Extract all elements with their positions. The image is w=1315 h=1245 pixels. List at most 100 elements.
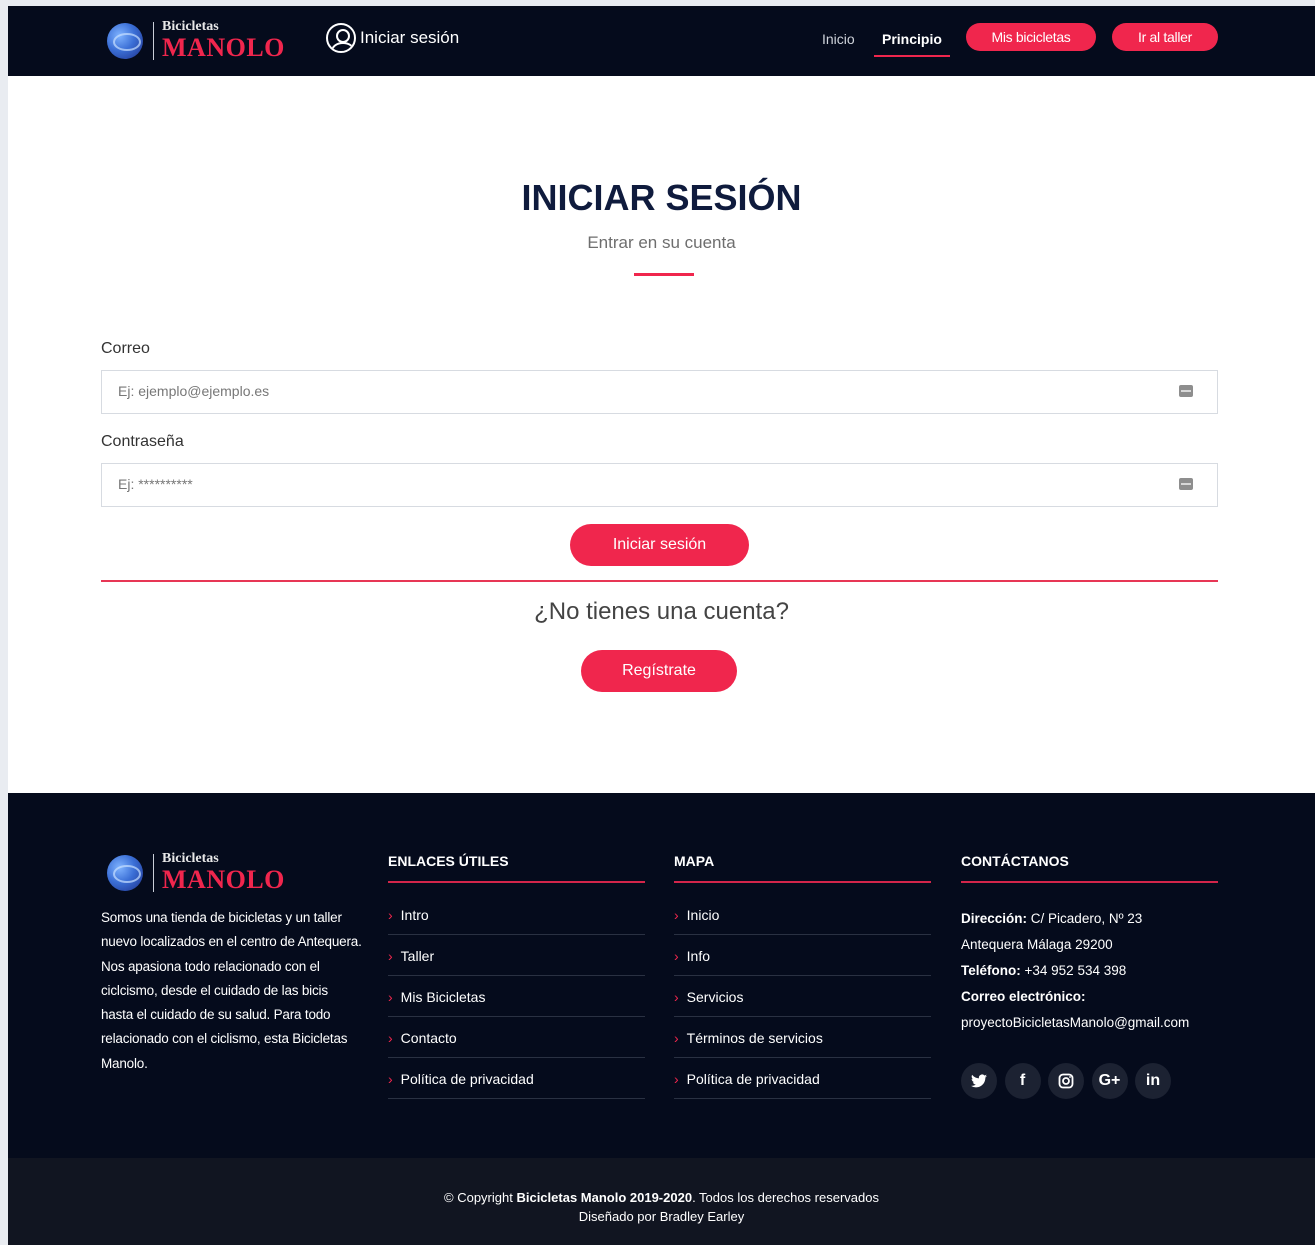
email-label: Correo (101, 340, 150, 357)
useful-links-heading: ENLACES ÚTILES (388, 853, 509, 869)
link-label: Política de privacidad (686, 1070, 820, 1087)
logo-text: Bicicletas MANOLO (162, 20, 285, 61)
globe-logo-icon (107, 854, 143, 891)
password-label: Contraseña (101, 433, 184, 450)
link-label: Inicio (686, 906, 720, 923)
register-button[interactable]: Regístrate (581, 650, 737, 692)
map-link-servicios[interactable]: › Servicios (674, 977, 931, 1017)
footer: Bicicletas MANOLO Somos una tienda de bi… (8, 793, 1315, 1158)
heading-underline (674, 881, 931, 883)
google-plus-glyph: G+ (1098, 1072, 1121, 1089)
autofill-key-icon[interactable] (1179, 478, 1193, 490)
password-field-wrapper (101, 463, 1218, 507)
chevron-right-icon: › (674, 988, 679, 1005)
map-links-list: › Inicio › Info › Servicios › Términos de se… (674, 895, 931, 1100)
footer-link-mis-bicicletas[interactable]: › Mis Bicicletas (388, 977, 645, 1017)
phone-label: Teléfono: (961, 963, 1021, 978)
nav-inicio[interactable]: Inicio (822, 31, 855, 47)
chevron-right-icon: › (388, 988, 393, 1005)
nav-active-underline (874, 55, 950, 57)
address-line2: Antequera Málaga 29200 (961, 937, 1113, 952)
instagram-icon[interactable] (1048, 1063, 1084, 1099)
header-login-label: Iniciar sesión (360, 28, 460, 47)
linkedin-icon[interactable]: in (1135, 1063, 1171, 1099)
map-link-inicio[interactable]: › Inicio (674, 895, 931, 935)
map-link-privacidad[interactable]: › Política de privacidad (674, 1059, 931, 1099)
logo-small-text: Bicicletas (162, 19, 219, 34)
copyright-bar: © Copyright Bicicletas Manolo 2019-2020.… (8, 1158, 1315, 1245)
contact-email[interactable]: proyectoBicicletasManolo@gmail.com (961, 1010, 1189, 1036)
chevron-right-icon: › (388, 1029, 393, 1046)
footer-link-privacidad[interactable]: › Política de privacidad (388, 1059, 645, 1099)
phone-number: +34 952 534 398 (1024, 963, 1127, 978)
social-links: f G+ in (961, 1063, 1179, 1099)
top-navbar: Bicicletas MANOLO Iniciar sesión Inicio … (8, 6, 1315, 76)
logo-big-text: MANOLO (162, 865, 285, 894)
no-account-text: ¿No tienes una cuenta? (534, 598, 789, 625)
footer-logo[interactable]: Bicicletas MANOLO (107, 852, 285, 893)
link-label: Taller (400, 947, 435, 964)
linkedin-glyph: in (1145, 1072, 1161, 1089)
facebook-glyph: f (1019, 1072, 1026, 1089)
contact-address: Dirección: C/ Picadero, Nº 23 (961, 906, 1189, 932)
address-label: Dirección: (961, 911, 1028, 926)
password-input[interactable] (102, 464, 1158, 504)
section-divider (101, 580, 1218, 582)
chevron-right-icon: › (674, 906, 679, 923)
footer-link-intro[interactable]: › Intro (388, 895, 645, 935)
copyright-brand: Bicicletas Manolo 2019-2020 (516, 1190, 693, 1205)
link-label: Contacto (400, 1029, 457, 1046)
contact-info: Dirección: C/ Picadero, Nº 23 Antequera … (961, 906, 1189, 1036)
link-label: Info (686, 947, 711, 964)
map-heading: MAPA (674, 853, 715, 869)
globe-logo-icon (107, 22, 143, 59)
designed-by-text: Diseñado por Bradley Earley (578, 1209, 745, 1224)
contact-email-label-row: Correo electrónico: (961, 984, 1189, 1010)
mis-bicicletas-button[interactable]: Mis bicicletas (966, 23, 1096, 51)
copyright-text: © Copyright Bicicletas Manolo 2019-2020.… (8, 1190, 1315, 1205)
header-login-link[interactable]: Iniciar sesión (326, 20, 459, 56)
title-accent-bar (634, 273, 694, 276)
ir-al-taller-button[interactable]: Ir al taller (1112, 23, 1218, 51)
logo-separator (153, 853, 154, 892)
contact-heading: CONTÁCTANOS (961, 853, 1069, 869)
footer-link-contacto[interactable]: › Contacto (388, 1018, 645, 1058)
google-plus-icon[interactable]: G+ (1091, 1063, 1128, 1099)
copyright-suffix: . Todos los derechos reservados (692, 1190, 879, 1205)
twitter-icon[interactable] (961, 1063, 997, 1099)
header-logo[interactable]: Bicicletas MANOLO (107, 20, 285, 61)
logo-text: Bicicletas MANOLO (162, 852, 285, 893)
link-label: Mis Bicicletas (400, 988, 486, 1005)
link-label: Intro (400, 906, 429, 923)
heading-underline (961, 881, 1218, 883)
chevron-right-icon: › (388, 947, 393, 964)
chevron-right-icon: › (674, 947, 679, 964)
footer-link-taller[interactable]: › Taller (388, 936, 645, 976)
link-label: Política de privacidad (400, 1070, 534, 1087)
map-link-terminos[interactable]: › Términos de servicios (674, 1018, 931, 1058)
user-circle-icon (326, 23, 356, 53)
page-title: INICIAR SESIÓN (521, 177, 802, 218)
footer-about-text: Somos una tienda de bicicletas y un tall… (101, 910, 362, 1071)
copyright-prefix: © Copyright (444, 1190, 517, 1205)
autofill-key-icon[interactable] (1179, 385, 1193, 397)
chevron-right-icon: › (388, 1070, 393, 1087)
address-line1: C/ Picadero, Nº 23 (1030, 911, 1143, 926)
email-input[interactable] (102, 371, 1158, 411)
facebook-icon[interactable]: f (1004, 1063, 1041, 1099)
login-button[interactable]: Iniciar sesión (570, 524, 749, 566)
twitter-glyph (971, 1074, 987, 1088)
map-link-info[interactable]: › Info (674, 936, 931, 976)
instagram-glyph (1058, 1073, 1074, 1089)
nav-principio[interactable]: Principio (882, 31, 942, 47)
useful-links-list: › Intro › Taller › Mis Bicicletas › Contacto… (388, 895, 645, 1100)
email-label: Correo electrónico: (961, 989, 1086, 1004)
chevron-right-icon: › (674, 1029, 679, 1046)
logo-big-text: MANOLO (162, 33, 285, 62)
logo-small-text: Bicicletas (162, 851, 219, 866)
heading-underline (388, 881, 645, 883)
link-label: Términos de servicios (686, 1029, 823, 1046)
chevron-right-icon: › (674, 1070, 679, 1087)
link-label: Servicios (686, 988, 744, 1005)
chevron-right-icon: › (388, 906, 393, 923)
